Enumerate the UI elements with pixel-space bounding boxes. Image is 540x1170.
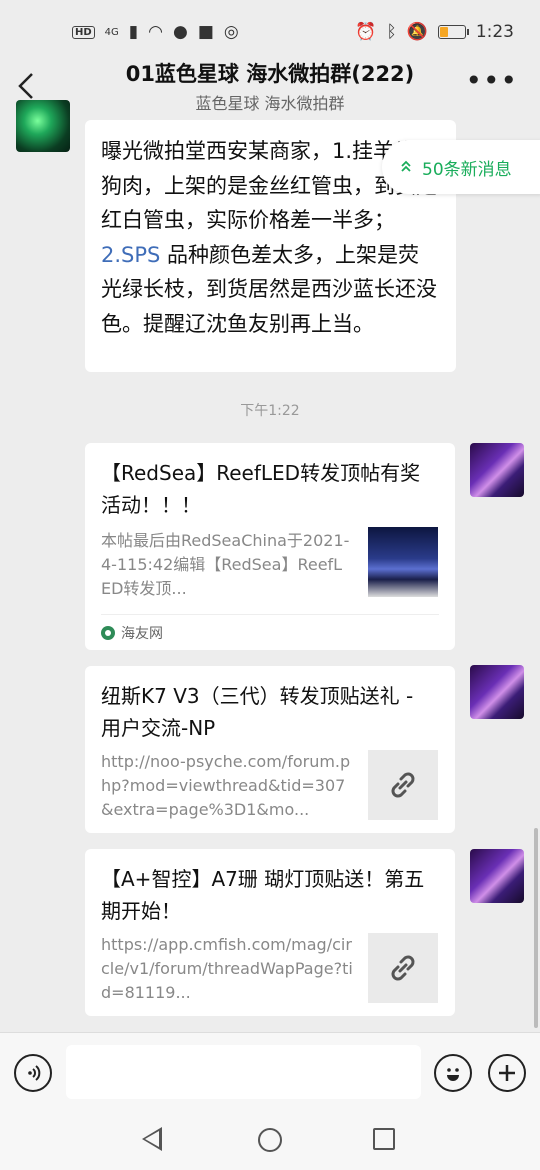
mute-icon: 🔕 bbox=[406, 22, 428, 42]
card-description: 本帖最后由RedSeaChina于2021-4-115:42编辑【RedSea】… bbox=[101, 531, 350, 598]
battery-icon bbox=[437, 25, 469, 39]
card-description: https://app.cmfish.com/mag/circle/v1/for… bbox=[101, 935, 353, 1002]
hd-badge: HD bbox=[72, 25, 95, 39]
card-description: http://noo-psyche.com/forum.php?mod=view… bbox=[101, 752, 351, 819]
new-messages-label: 50条新消息 bbox=[422, 159, 512, 180]
chat-subtitle: 蓝色星球 海水微拍群 bbox=[195, 94, 345, 113]
system-nav-bar bbox=[0, 1112, 540, 1170]
message-text-link[interactable]: 2.SPS bbox=[101, 243, 160, 267]
avatar[interactable] bbox=[470, 443, 524, 497]
signal-icon: ▮ bbox=[128, 22, 139, 42]
card-thumbnail bbox=[368, 527, 438, 597]
qq-icon: ● bbox=[173, 22, 188, 42]
bluetooth-icon: ᛒ bbox=[386, 22, 397, 42]
message-input[interactable] bbox=[66, 1045, 421, 1099]
card-source: 海友网 bbox=[101, 614, 439, 650]
source-label: 海友网 bbox=[121, 625, 163, 642]
link-card[interactable]: 纽斯K7 V3（三代）转发顶贴送礼 - 用户交流-NP http://noo-p… bbox=[85, 666, 455, 833]
source-icon bbox=[101, 625, 115, 640]
chat-title: 01蓝色星球 海水微拍群(222) bbox=[125, 62, 415, 86]
avatar[interactable] bbox=[470, 849, 524, 903]
plus-icon[interactable] bbox=[488, 1054, 526, 1092]
link-icon bbox=[368, 750, 438, 820]
status-time: 1:23 bbox=[475, 22, 514, 42]
chat-header: 01蓝色星球 海水微拍群(222) 蓝色星球 海水微拍群 ••• bbox=[0, 56, 540, 116]
status-bar: HD 4G ▮ ◠ ● ■ ◎ ⏰ ᛒ 🔕 1:23 bbox=[0, 0, 540, 64]
card-title: 【RedSea】ReefLED转发顶帖有奖活动！！！ bbox=[101, 461, 421, 517]
scrollbar[interactable] bbox=[534, 828, 538, 1028]
emoji-icon[interactable] bbox=[434, 1054, 472, 1092]
double-chevron-up-icon bbox=[400, 159, 412, 176]
card-title: 【A+智控】A7珊 瑚灯顶贴送！第五期开始！ bbox=[101, 867, 425, 923]
message-time: 下午1:22 bbox=[240, 403, 300, 419]
nav-home-icon[interactable] bbox=[258, 1128, 282, 1152]
input-bar bbox=[0, 1032, 540, 1112]
wifi-icon: ◠ bbox=[148, 22, 163, 42]
nav-recent-icon[interactable] bbox=[373, 1128, 395, 1150]
avatar[interactable] bbox=[470, 665, 524, 719]
voice-icon[interactable] bbox=[14, 1054, 52, 1092]
nav-back-icon[interactable] bbox=[142, 1127, 162, 1151]
location-icon: ◎ bbox=[223, 22, 239, 42]
avatar[interactable] bbox=[16, 100, 70, 152]
card-title: 纽斯K7 V3（三代）转发顶贴送礼 - 用户交流-NP bbox=[101, 684, 414, 740]
network-label: 4G bbox=[104, 26, 119, 38]
link-card[interactable]: 【RedSea】ReefLED转发顶帖有奖活动！！！ 本帖最后由RedSeaCh… bbox=[85, 443, 455, 650]
alarm-icon: ⏰ bbox=[355, 22, 377, 42]
app-icon: ■ bbox=[197, 22, 214, 42]
link-card[interactable]: 【A+智控】A7珊 瑚灯顶贴送！第五期开始！ https://app.cmfis… bbox=[85, 849, 455, 1016]
link-icon bbox=[368, 933, 438, 1003]
new-messages-button[interactable]: 50条新消息 bbox=[382, 140, 540, 194]
more-dots-icon[interactable]: ••• bbox=[465, 64, 518, 97]
